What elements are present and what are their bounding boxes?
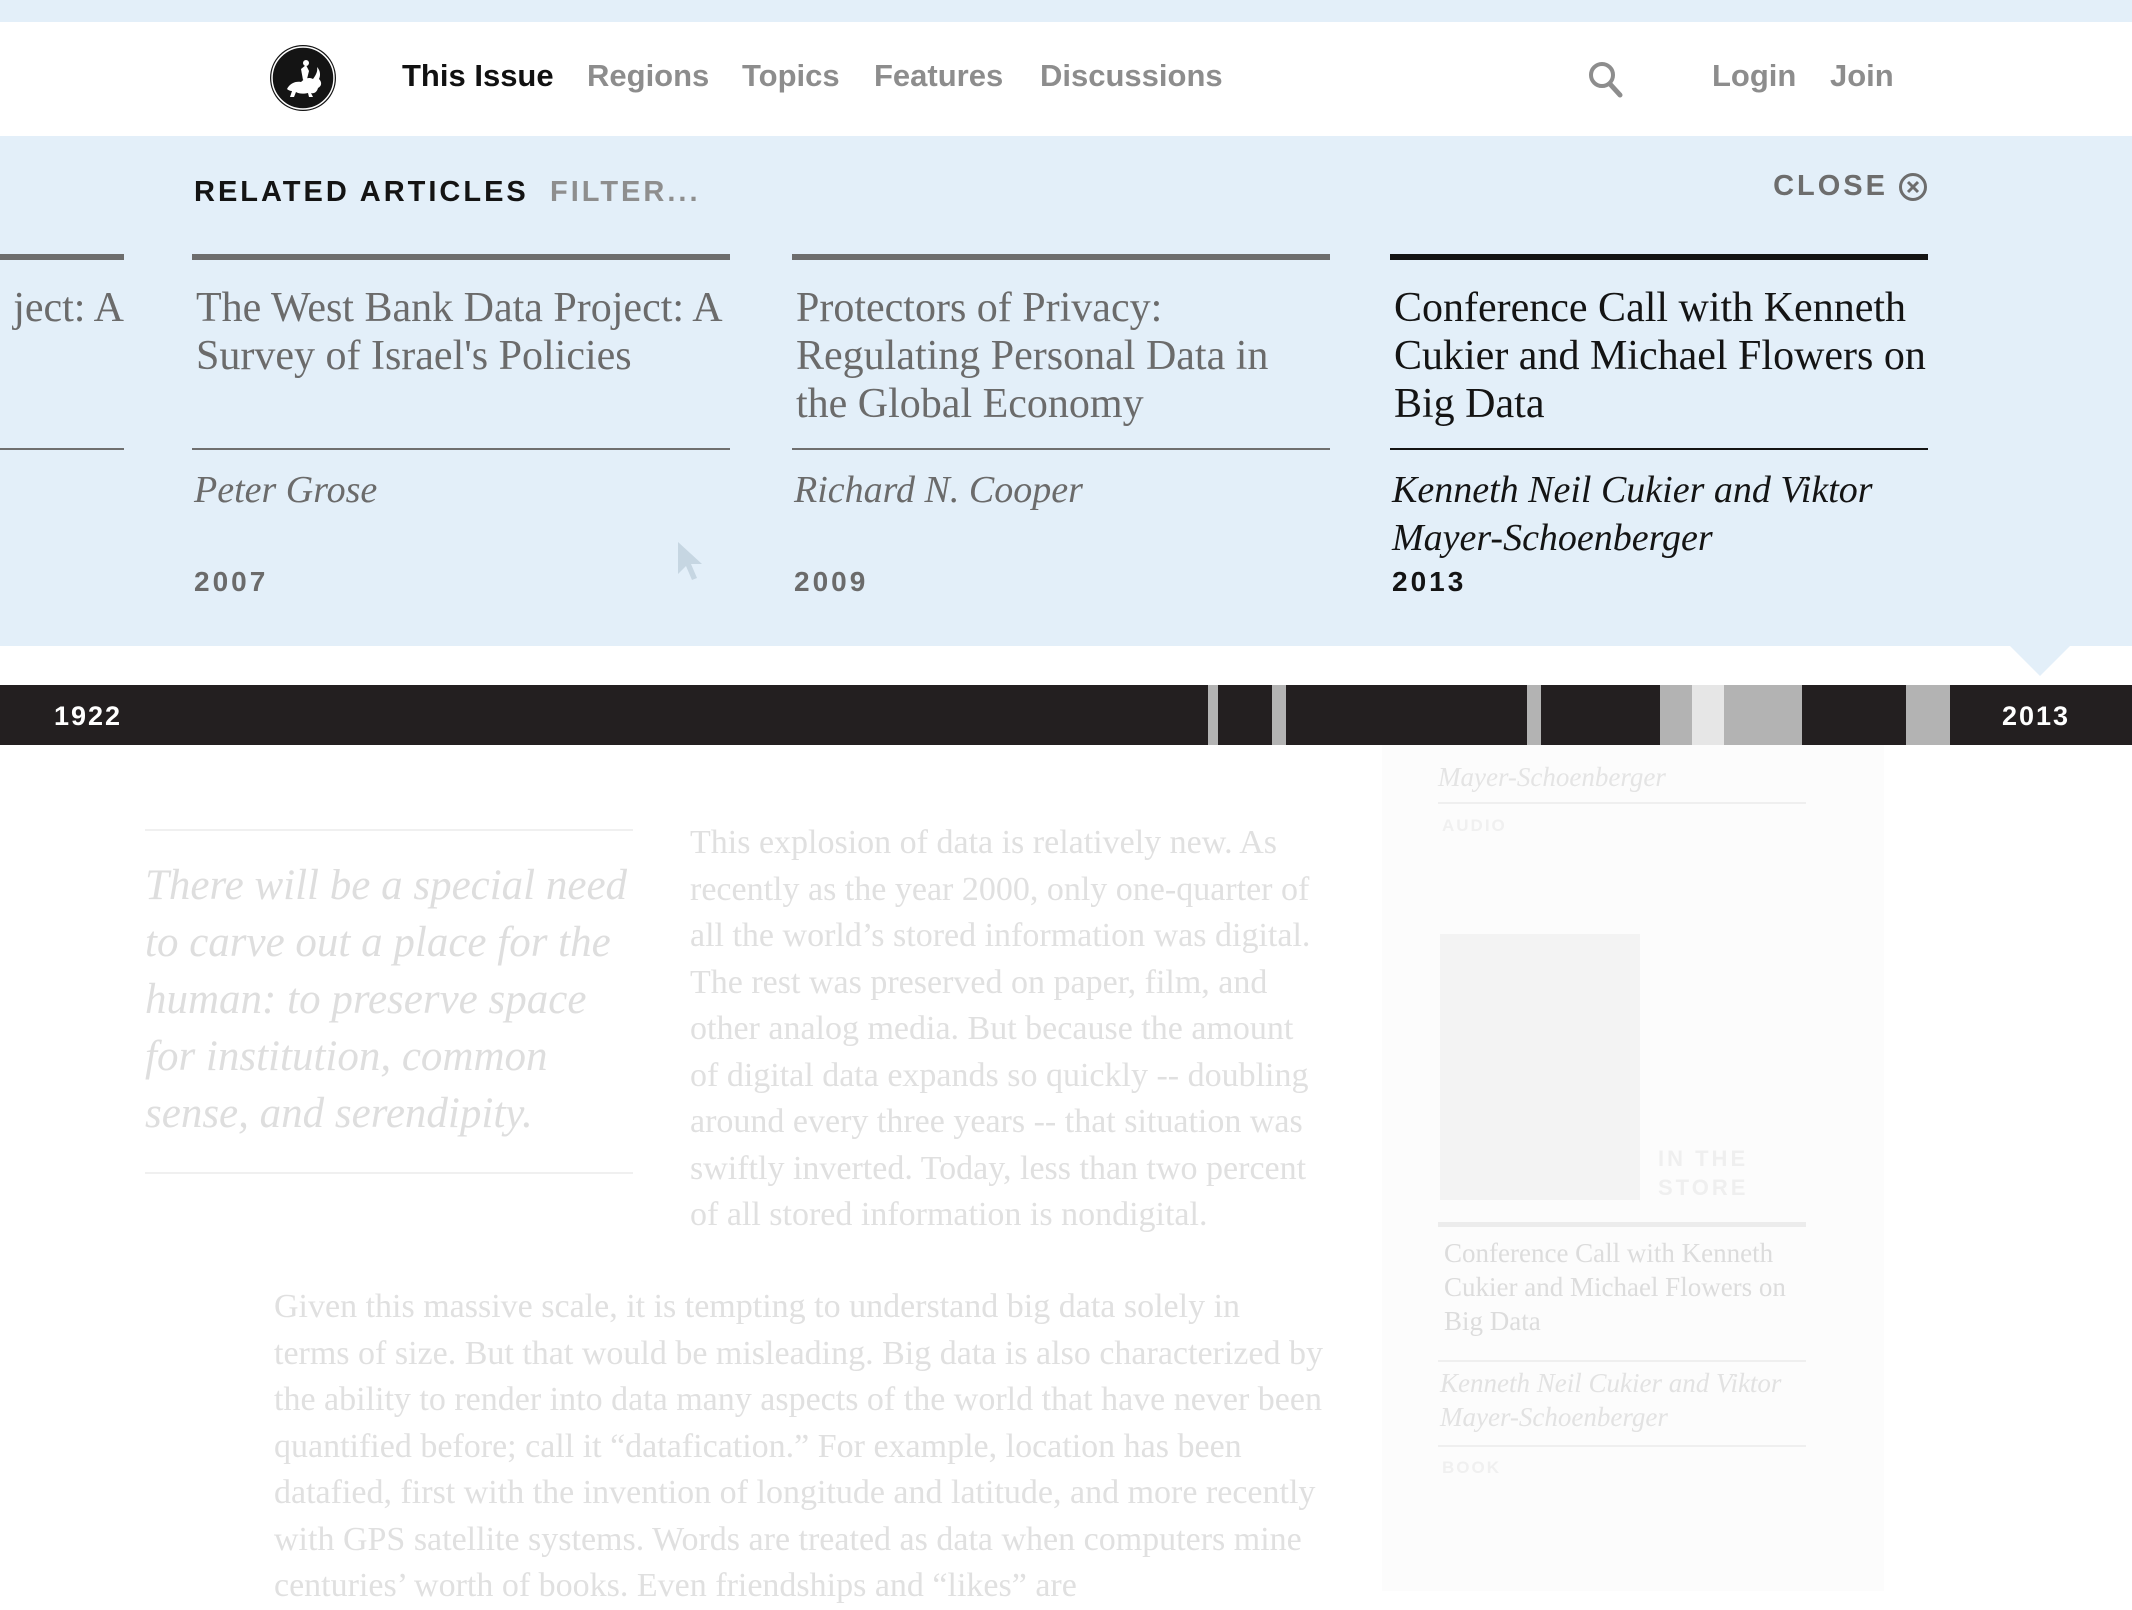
sidebar-author-top: Mayer-Schoenberger bbox=[1438, 762, 1666, 792]
card-top-bar bbox=[0, 254, 124, 260]
timeline-segment[interactable] bbox=[1724, 685, 1802, 745]
card-divider bbox=[1390, 448, 1928, 450]
related-article-card[interactable]: The West Bank Data Project: A Survey of … bbox=[192, 254, 730, 597]
nav-discussions[interactable]: Discussions bbox=[1040, 58, 1223, 94]
timeline-bar[interactable]: 1922 2013 bbox=[0, 685, 2132, 745]
card-top-bar bbox=[192, 254, 730, 260]
card-title: The West Bank Data Project: A Survey of … bbox=[196, 285, 721, 379]
related-article-card[interactable]: ject: A bbox=[0, 254, 124, 594]
timeline-segment[interactable] bbox=[1208, 685, 1218, 745]
related-article-card-active[interactable]: Conference Call with Kenneth Cukier and … bbox=[1390, 254, 1928, 597]
divider bbox=[1438, 802, 1806, 804]
article-paragraph: This explosion of data is relatively new… bbox=[690, 824, 1311, 1233]
card-top-bar bbox=[1390, 254, 1928, 260]
timeline-segment[interactable] bbox=[1660, 685, 1692, 745]
horseman-logo-icon bbox=[271, 46, 335, 110]
timeline-segment[interactable] bbox=[1692, 685, 1724, 745]
search-icon[interactable] bbox=[1588, 60, 1624, 100]
card-author: Kenneth Neil Cukier and Viktor Mayer-Sch… bbox=[1392, 469, 1873, 559]
related-article-card[interactable]: Protectors of Privacy: Regulating Person… bbox=[792, 254, 1330, 597]
audio-label: AUDIO bbox=[1442, 816, 1507, 835]
book-cover-image[interactable] bbox=[1440, 934, 1640, 1200]
card-author: Richard N. Cooper bbox=[794, 469, 1083, 511]
card-year: 2009 bbox=[794, 566, 869, 597]
horseman-logo[interactable] bbox=[270, 45, 336, 111]
card-title: Protectors of Privacy: Regulating Person… bbox=[796, 285, 1269, 427]
card-title: ject: A bbox=[13, 285, 124, 331]
login-link[interactable]: Login bbox=[1712, 58, 1796, 94]
filter-button[interactable]: FILTER... bbox=[550, 176, 701, 209]
timeline-segment[interactable] bbox=[1906, 685, 1950, 745]
article-body: There will be a special need to carve ou… bbox=[0, 744, 2132, 1604]
related-articles-heading: RELATED ARTICLES bbox=[194, 176, 529, 208]
nav-topics[interactable]: Topics bbox=[742, 58, 840, 94]
article-paragraph: Given this massive scale, it is tempting… bbox=[274, 1288, 1323, 1604]
close-button[interactable]: CLOSE bbox=[1773, 170, 1928, 203]
timeline-end-year: 2013 bbox=[2002, 701, 2071, 731]
mouse-cursor-icon bbox=[676, 540, 704, 589]
card-divider bbox=[192, 448, 730, 450]
sidebar-author: Kenneth Neil Cukier and Viktor Mayer-Sch… bbox=[1440, 1368, 1782, 1432]
join-link[interactable]: Join bbox=[1830, 58, 1894, 94]
timeline-start-year: 1922 bbox=[54, 701, 123, 731]
in-the-store-label: IN THE STORE bbox=[1658, 1146, 1749, 1200]
article-sidebar: Mayer-Schoenberger AUDIO IN THE STORE Co… bbox=[1382, 744, 1884, 1591]
close-circle-icon bbox=[1899, 172, 1927, 201]
divider bbox=[1438, 1222, 1806, 1227]
timeline-segment[interactable] bbox=[1272, 685, 1286, 745]
timeline-segment[interactable] bbox=[1527, 685, 1541, 745]
divider bbox=[1438, 1360, 1806, 1362]
top-nav: This Issue Regions Topics Features Discu… bbox=[0, 22, 2132, 136]
nav-this-issue[interactable]: This Issue bbox=[402, 58, 554, 94]
nav-features[interactable]: Features bbox=[874, 58, 1003, 94]
sidebar-title[interactable]: Conference Call with Kenneth Cukier and … bbox=[1444, 1236, 1804, 1338]
close-label: CLOSE bbox=[1773, 170, 1888, 202]
related-articles-panel: RELATED ARTICLES FILTER... CLOSE ject: A… bbox=[0, 136, 2132, 646]
divider bbox=[1438, 1445, 1806, 1447]
top-strip bbox=[0, 0, 2132, 22]
card-year: 2013 bbox=[1392, 566, 1467, 597]
book-label: BOOK bbox=[1442, 1458, 1501, 1477]
card-top-bar bbox=[792, 254, 1330, 260]
card-author: Peter Grose bbox=[194, 469, 378, 511]
card-divider bbox=[792, 448, 1330, 450]
card-title: Conference Call with Kenneth Cukier and … bbox=[1394, 285, 1926, 427]
card-divider bbox=[0, 448, 124, 450]
card-year: 2007 bbox=[194, 566, 269, 597]
pull-quote: There will be a special need to carve ou… bbox=[145, 829, 633, 1174]
active-card-pointer bbox=[2010, 646, 2070, 676]
nav-regions[interactable]: Regions bbox=[587, 58, 709, 94]
